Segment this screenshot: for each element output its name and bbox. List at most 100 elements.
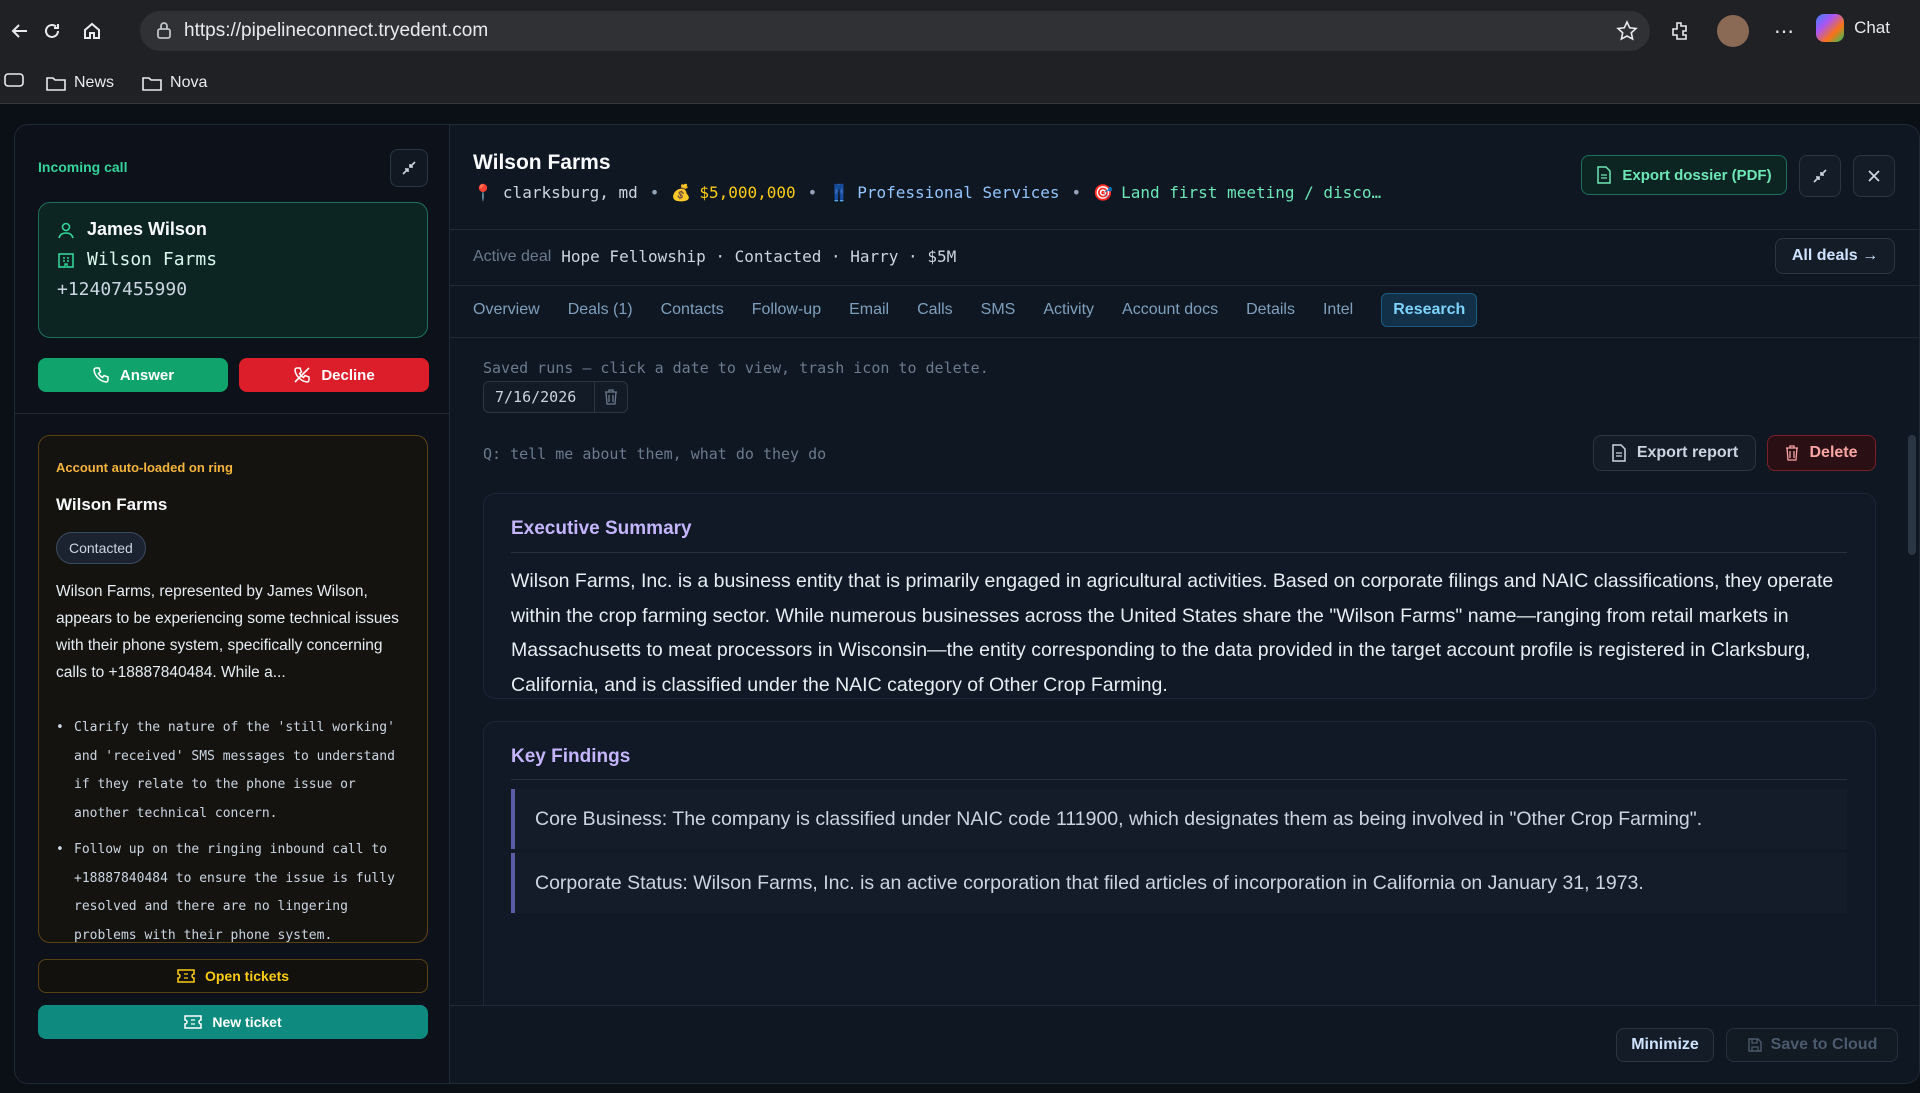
ticket-icon [184,1015,203,1029]
tab-contacts[interactable]: Contacts [661,293,724,327]
answer-button[interactable]: Answer [38,358,228,392]
export-dossier-label: Export dossier (PDF) [1622,166,1772,184]
research-question: Q: tell me about them, what do they do [483,445,827,463]
chat-label: Chat [1854,18,1890,37]
tab-actions-icon[interactable] [4,72,24,93]
collapse-icon [1813,169,1827,183]
tab-calls[interactable]: Calls [917,293,953,327]
close-button[interactable] [1853,155,1895,197]
folder-icon [46,76,66,91]
trash-icon[interactable] [595,389,627,405]
collapse-icon [402,161,416,175]
new-ticket-button[interactable]: New ticket [38,1005,428,1039]
all-deals-button[interactable]: All deals → [1775,238,1895,274]
status-badge: Contacted [56,532,146,564]
folder-icon [142,76,162,91]
account-goal: Land first meeting / disco… [1121,183,1382,202]
bookmark-news[interactable]: News [46,74,114,92]
collapse-panel-button[interactable] [390,149,428,187]
tab-follow-up[interactable]: Follow-up [752,293,821,327]
tab-account-docs[interactable]: Account docs [1122,293,1218,327]
active-deal-row: Active deal Hope Fellowship · Contacted … [473,247,956,266]
profile-avatar[interactable] [1717,15,1749,47]
bookmark-nova[interactable]: Nova [142,74,207,92]
page-title: Wilson Farms [473,151,611,174]
saved-run-chip: 7/16/2026 [483,381,628,413]
autoload-label: Account auto-loaded on ring [56,460,233,475]
divider [15,413,449,414]
chat-button[interactable]: Chat [1816,14,1890,42]
executive-summary-card: Executive Summary Wilson Farms, Inc. is … [483,493,1876,699]
finding-item: Corporate Status: Wilson Farms, Inc. is … [511,853,1847,913]
minimize-button[interactable]: Minimize [1616,1028,1714,1062]
browser-toolbar: https://pipelineconnect.tryedent.com ⋯ C… [0,0,1920,62]
phone-off-icon [294,367,311,383]
active-deal-label: Active deal [473,247,552,265]
save-to-cloud-button[interactable]: Save to Cloud [1726,1028,1898,1062]
saved-run-date[interactable]: 7/16/2026 [484,382,596,412]
new-ticket-label: New ticket [212,1014,282,1030]
decline-button[interactable]: Decline [239,358,429,392]
caller-name-row: James Wilson [57,219,207,240]
open-tickets-label: Open tickets [204,968,290,984]
minimize-panel-button[interactable] [1799,155,1841,197]
more-menu-icon[interactable]: ⋯ [1764,11,1804,51]
address-bar[interactable]: https://pipelineconnect.tryedent.com [140,11,1650,51]
decline-label: Decline [321,366,375,384]
save-icon [1747,1038,1762,1052]
caller-company: Wilson Farms [87,249,218,270]
caller-phone: +12407455990 [57,279,188,300]
bookmark-label: Nova [170,73,208,91]
account-detail-panel: Wilson Farms 📍 clarksburg, md • 💰 $5,000… [450,124,1920,1084]
delete-button[interactable]: Delete [1767,435,1876,471]
trash-icon [1786,445,1799,461]
caller-card: James Wilson Wilson Farms +12407455990 [38,202,428,338]
account-card: Account auto-loaded on ring Wilson Farms… [38,435,428,943]
copilot-icon [1816,14,1845,42]
divider [450,229,1919,230]
account-name: Wilson Farms [56,495,168,514]
reload-icon[interactable] [32,11,72,51]
open-tickets-button[interactable]: Open tickets [38,959,428,993]
caller-phone-row: +12407455990 [57,279,187,300]
saved-runs-hint: Saved runs — click a date to view, trash… [483,359,989,377]
tab-email[interactable]: Email [849,293,889,327]
phone-icon [93,367,109,383]
caller-company-row: Wilson Farms [57,249,217,270]
tab-research[interactable]: Research [1381,293,1478,327]
tab-sms[interactable]: SMS [981,293,1016,327]
tab-intel[interactable]: Intel [1323,293,1353,327]
bookmarks-bar: News Nova [0,62,1920,104]
document-icon [1612,444,1626,462]
export-dossier-button[interactable]: Export dossier (PDF) [1581,155,1787,195]
pin-icon: 📍 [473,183,493,202]
tab-details[interactable]: Details [1246,293,1295,327]
divider [450,285,1919,286]
suit-icon: 👖 [829,183,850,202]
delete-label: Delete [1809,444,1858,461]
home-icon[interactable] [72,11,112,51]
url-text: https://pipelineconnect.tryedent.com [184,20,489,41]
finding-item: Core Business: The company is classified… [511,789,1847,849]
account-meta-row: 📍 clarksburg, md • 💰 $5,000,000 • 👖 Prof… [473,183,1382,202]
active-deal-text[interactable]: Hope Fellowship · Contacted · Harry · $5… [561,247,956,266]
account-action-list: Clarify the nature of the 'still working… [56,714,418,958]
key-findings-card: Key Findings Core Business: The company … [483,721,1876,1021]
tab-activity[interactable]: Activity [1043,293,1094,327]
target-icon: 🎯 [1093,183,1114,202]
tab-overview[interactable]: Overview [473,293,540,327]
export-report-button[interactable]: Export report [1593,435,1756,471]
scrollbar[interactable] [1908,435,1916,555]
caller-name: James Wilson [87,219,207,239]
lock-icon [156,21,172,45]
account-value: $5,000,000 [699,183,796,202]
tab-deals[interactable]: Deals (1) [568,293,633,327]
extensions-icon[interactable] [1660,11,1700,51]
bookmark-star-icon[interactable] [1616,20,1638,48]
panel-footer: Minimize Save to Cloud [450,1005,1919,1083]
bookmark-label: News [74,73,115,91]
building-icon [58,252,74,268]
tab-bar: Overview Deals (1) Contacts Follow-up Em… [473,293,1505,327]
ticket-icon [177,969,195,983]
close-icon [1868,170,1880,182]
